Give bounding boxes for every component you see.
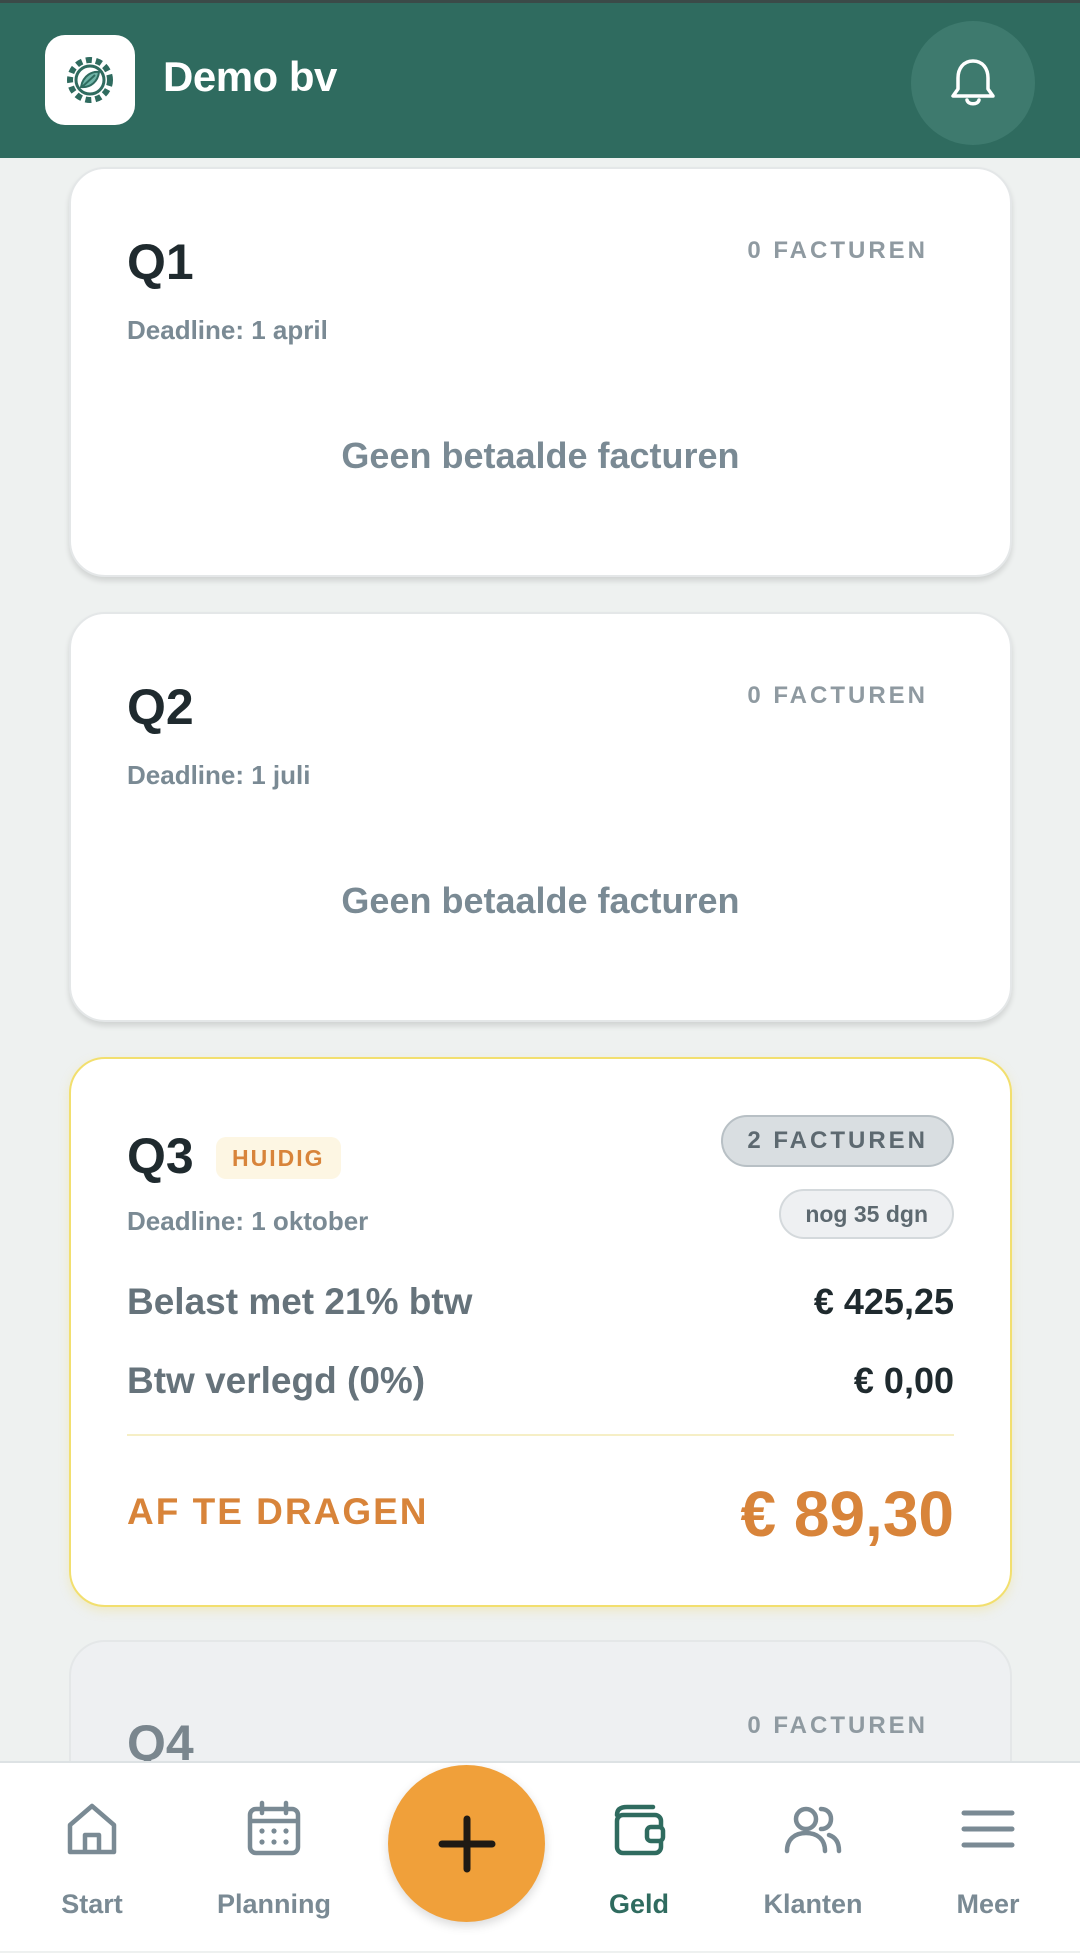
payable-amount: € 89,30: [740, 1478, 954, 1550]
notifications-button[interactable]: [911, 21, 1035, 145]
wallet-icon: [614, 1804, 666, 1856]
vat-21-label: Belast met 21% btw: [127, 1281, 473, 1322]
nav-geld[interactable]: Geld: [564, 1763, 714, 1953]
quarter-card-q2[interactable]: Q2 0 FACTUREN Deadline: 1 juli Geen beta…: [69, 612, 1012, 1022]
quarter-title: Q2: [127, 679, 194, 735]
empty-message: Geen betaalde facturen: [341, 880, 740, 921]
invoice-count: 0 FACTUREN: [747, 682, 928, 709]
add-button[interactable]: [388, 1765, 545, 1922]
divider: [127, 1434, 954, 1436]
nav-start-label: Start: [61, 1889, 123, 1919]
nav-planning[interactable]: Planning: [199, 1763, 349, 1953]
quarter-deadline: Deadline: 1 april: [127, 315, 328, 345]
users-icon: [784, 1806, 842, 1854]
quarter-deadline: Deadline: 1 oktober: [127, 1206, 369, 1236]
invoice-count-badge[interactable]: 2 FACTUREN: [721, 1115, 954, 1167]
app-logo[interactable]: [45, 35, 135, 125]
home-icon: [67, 1803, 117, 1855]
gear-leaf-logo-icon: [67, 57, 113, 103]
quarter-deadline: Deadline: 1 juli: [127, 760, 311, 790]
invoice-count: 0 FACTUREN: [747, 1712, 928, 1739]
quarter-title: Q1: [127, 234, 194, 290]
vat-reversed-value: € 0,00: [853, 1360, 954, 1401]
invoice-count: 0 FACTUREN: [747, 237, 928, 264]
nav-planning-label: Planning: [217, 1889, 331, 1919]
nav-geld-label: Geld: [608, 1889, 669, 1919]
payable-label: AF TE DRAGEN: [127, 1491, 429, 1532]
bell-icon: [951, 59, 995, 106]
quarter-card-q1[interactable]: Q1 0 FACTUREN Deadline: 1 april Geen bet…: [69, 167, 1012, 577]
plus-icon: [438, 1815, 495, 1872]
nav-start[interactable]: Start: [17, 1763, 167, 1953]
nav-meer[interactable]: Meer: [913, 1763, 1063, 1953]
company-name: Demo bv: [163, 53, 337, 100]
vat-reversed-label: Btw verlegd (0%): [127, 1360, 426, 1401]
nav-klanten-label: Klanten: [763, 1889, 863, 1919]
nav-meer-label: Meer: [956, 1889, 1020, 1919]
empty-message: Geen betaalde facturen: [341, 435, 740, 476]
menu-icon: [961, 1810, 1015, 1848]
quarter-card-q3[interactable]: Q3 HUIDIG 2 FACTUREN Deadline: 1 oktober…: [69, 1057, 1012, 1607]
current-quarter-badge: HUIDIG: [216, 1137, 341, 1179]
vat-21-value: € 425,25: [813, 1281, 954, 1322]
app-header: Demo bv: [0, 0, 1080, 158]
calendar-icon: [247, 1800, 301, 1856]
quarter-title: Q3: [127, 1128, 194, 1184]
days-left-badge: nog 35 dgn: [779, 1189, 954, 1239]
nav-klanten[interactable]: Klanten: [738, 1763, 888, 1953]
